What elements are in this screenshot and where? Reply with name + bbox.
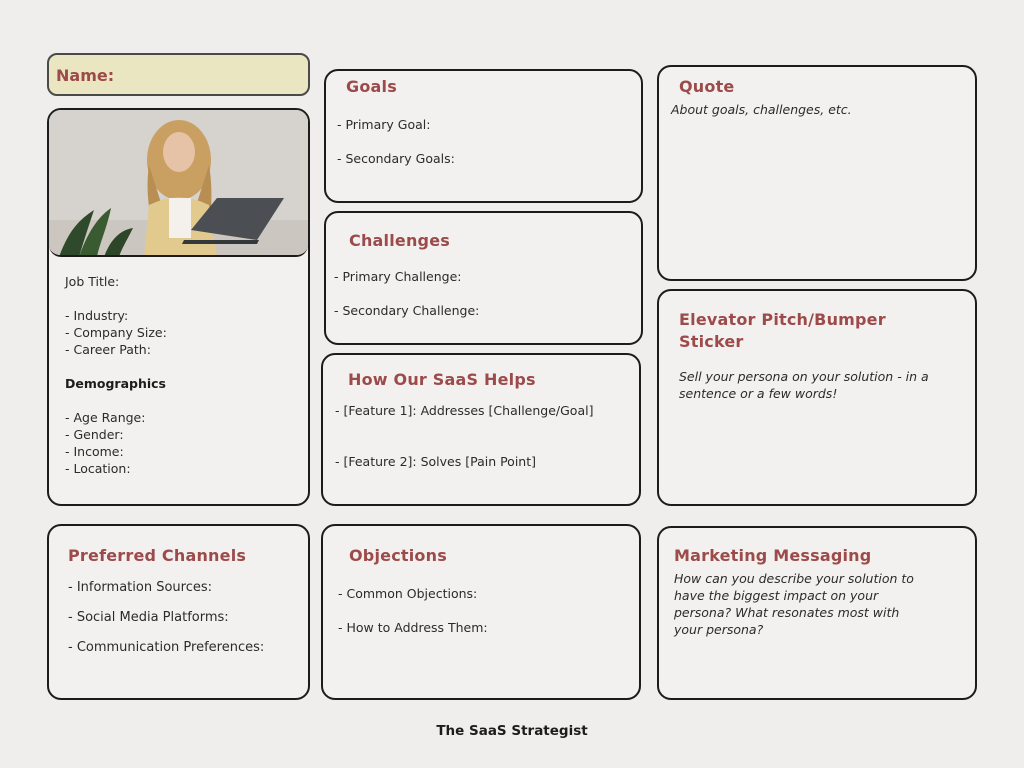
social-media-label: - Social Media Platforms:: [68, 610, 229, 625]
industry-label: - Industry:: [65, 308, 129, 323]
objections-card: Objections - Common Objections: - How to…: [321, 524, 641, 700]
age-range-label: - Age Range:: [65, 410, 146, 425]
elevator-pitch-title-line2: Sticker: [679, 332, 744, 351]
preferred-channels-title: Preferred Channels: [68, 546, 247, 565]
common-objections-label: - Common Objections:: [338, 586, 478, 601]
career-path-label: - Career Path:: [65, 342, 151, 357]
marketing-messaging-card: Marketing Messaging How can you describe…: [657, 526, 977, 700]
goals-card: Goals - Primary Goal: - Secondary Goals:: [324, 69, 643, 203]
elevator-pitch-card: Elevator Pitch/Bumper Sticker Sell your …: [657, 289, 977, 506]
location-label: - Location:: [65, 461, 131, 476]
persona-photo-illustration: [49, 110, 308, 255]
quote-body: About goals, challenges, etc.: [671, 102, 852, 117]
name-field[interactable]: Name:: [47, 53, 310, 96]
marketing-messaging-title: Marketing Messaging: [674, 546, 872, 565]
quote-card: Quote About goals, challenges, etc.: [657, 65, 977, 281]
secondary-challenge-label: - Secondary Challenge:: [334, 303, 480, 318]
messaging-line4: your persona?: [674, 622, 764, 637]
company-size-label: - Company Size:: [65, 325, 167, 340]
communication-preferences-label: - Communication Preferences:: [68, 640, 265, 655]
feature1-label: - [Feature 1]: Addresses [Challenge/Goal…: [335, 403, 594, 418]
address-objections-label: - How to Address Them:: [338, 620, 488, 635]
messaging-line3: persona? What resonates most with: [674, 605, 900, 620]
name-label: Name:: [56, 66, 115, 85]
challenges-title: Challenges: [349, 231, 450, 250]
profile-card: Job Title: - Industry: - Company Size: -…: [47, 108, 310, 506]
saas-helps-card: How Our SaaS Helps - [Feature 1]: Addres…: [321, 353, 641, 506]
elevator-pitch-title-line1: Elevator Pitch/Bumper: [679, 310, 886, 329]
quote-title: Quote: [679, 77, 735, 96]
messaging-line2: have the biggest impact on your: [674, 588, 879, 603]
income-label: - Income:: [65, 444, 124, 459]
demographics-heading: Demographics: [65, 376, 166, 391]
objections-title: Objections: [349, 546, 447, 565]
goals-title: Goals: [346, 77, 397, 96]
primary-challenge-label: - Primary Challenge:: [334, 269, 462, 284]
primary-goal-label: - Primary Goal:: [337, 117, 431, 132]
persona-photo: [49, 110, 308, 257]
footer-brand: The SaaS Strategist: [436, 723, 588, 739]
elevator-pitch-body-line1: Sell your persona on your solution - in …: [679, 369, 929, 384]
messaging-line1: How can you describe your solution to: [674, 571, 914, 586]
secondary-goals-label: - Secondary Goals:: [337, 151, 455, 166]
challenges-card: Challenges - Primary Challenge: - Second…: [324, 211, 643, 345]
gender-label: - Gender:: [65, 427, 124, 442]
saas-helps-title: How Our SaaS Helps: [348, 370, 536, 389]
feature2-label: - [Feature 2]: Solves [Pain Point]: [335, 454, 537, 469]
information-sources-label: - Information Sources:: [68, 580, 213, 595]
elevator-pitch-body-line2: sentence or a few words!: [679, 386, 838, 401]
preferred-channels-card: Preferred Channels - Information Sources…: [47, 524, 310, 700]
job-title-label: Job Title:: [65, 274, 120, 289]
